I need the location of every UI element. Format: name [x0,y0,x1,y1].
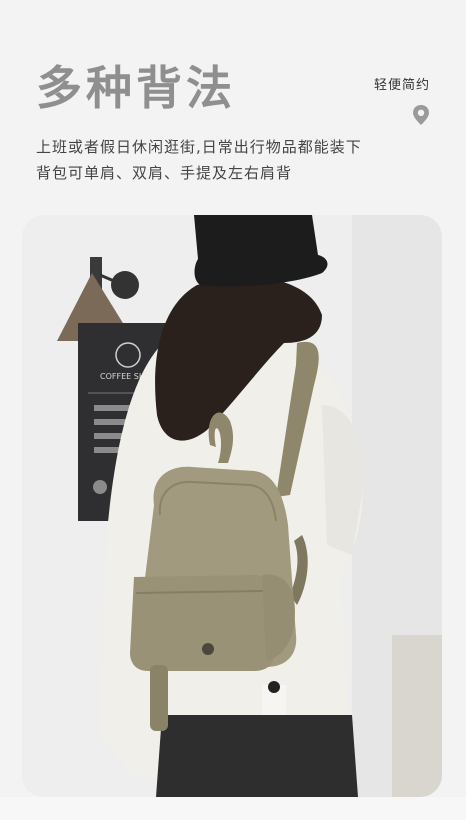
bucket-hat [194,215,328,287]
product-description: 上班或者假日休闲逛街,日常出行物品都能装下 背包可单肩、双肩、手提及左右肩背 [36,134,436,186]
skirt [156,715,358,797]
description-line-2: 背包可单肩、双肩、手提及左右肩背 [36,164,293,182]
description-line-1: 上班或者假日休闲逛街,日常出行物品都能装下 [36,138,362,156]
page-footer [0,797,466,820]
location-pin-icon [413,105,429,125]
page-title: 多种背法 [36,61,236,115]
product-photo: COFFEE SHOP [22,215,442,797]
backpack-model-illustration: COFFEE SHOP [22,215,442,797]
feature-tag: 轻便简约 [373,78,430,93]
